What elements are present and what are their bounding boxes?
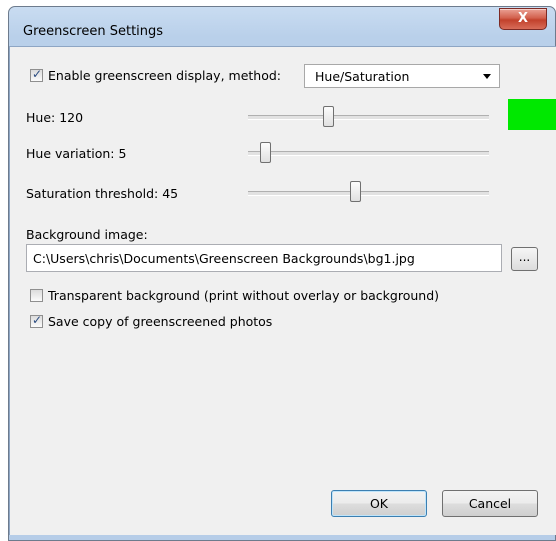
saturation-threshold-label: Saturation threshold: 45 xyxy=(26,186,179,201)
dropdown-arrow-icon xyxy=(483,74,491,79)
hue-variation-slider-track[interactable] xyxy=(248,151,489,156)
saturation-slider-thumb[interactable] xyxy=(350,181,361,202)
close-button[interactable]: X xyxy=(499,8,547,30)
window-title: Greenscreen Settings xyxy=(23,24,164,39)
checkmark-icon: ✓ xyxy=(32,313,43,327)
checkmark-icon: ✓ xyxy=(32,67,43,81)
hue-slider-thumb[interactable] xyxy=(323,106,334,127)
hue-label: Hue: 120 xyxy=(26,110,84,125)
hue-slider-track[interactable] xyxy=(248,115,489,120)
ok-button[interactable]: OK xyxy=(331,490,427,517)
hue-variation-slider-thumb[interactable] xyxy=(260,142,271,163)
browse-button[interactable]: ... xyxy=(511,247,538,271)
ellipsis-icon: ... xyxy=(518,250,531,264)
transparent-background-checkbox[interactable] xyxy=(30,289,43,302)
enable-greenscreen-label[interactable]: Enable greenscreen display, method: xyxy=(48,68,281,83)
hue-variation-label: Hue variation: 5 xyxy=(26,146,127,161)
close-icon: X xyxy=(517,11,529,26)
dialog-content: ✓ Enable greenscreen display, method: Hu… xyxy=(9,46,556,535)
method-selected-value: Hue/Saturation xyxy=(315,69,410,84)
background-image-path-input[interactable]: C:\Users\chris\Documents\Greenscreen Bac… xyxy=(26,244,502,272)
cancel-button[interactable]: Cancel xyxy=(442,490,538,517)
save-copy-checkbox[interactable]: ✓ xyxy=(30,313,43,328)
saturation-slider-track[interactable] xyxy=(248,191,489,196)
hue-color-swatch xyxy=(508,99,556,130)
background-image-path-value: C:\Users\chris\Documents\Greenscreen Bac… xyxy=(33,251,415,266)
method-dropdown[interactable]: Hue/Saturation xyxy=(304,64,500,88)
save-copy-label[interactable]: Save copy of greenscreened photos xyxy=(48,314,272,329)
background-image-label: Background image: xyxy=(26,227,148,242)
transparent-background-label[interactable]: Transparent background (print without ov… xyxy=(48,288,439,303)
enable-greenscreen-checkbox[interactable]: ✓ xyxy=(30,67,43,82)
